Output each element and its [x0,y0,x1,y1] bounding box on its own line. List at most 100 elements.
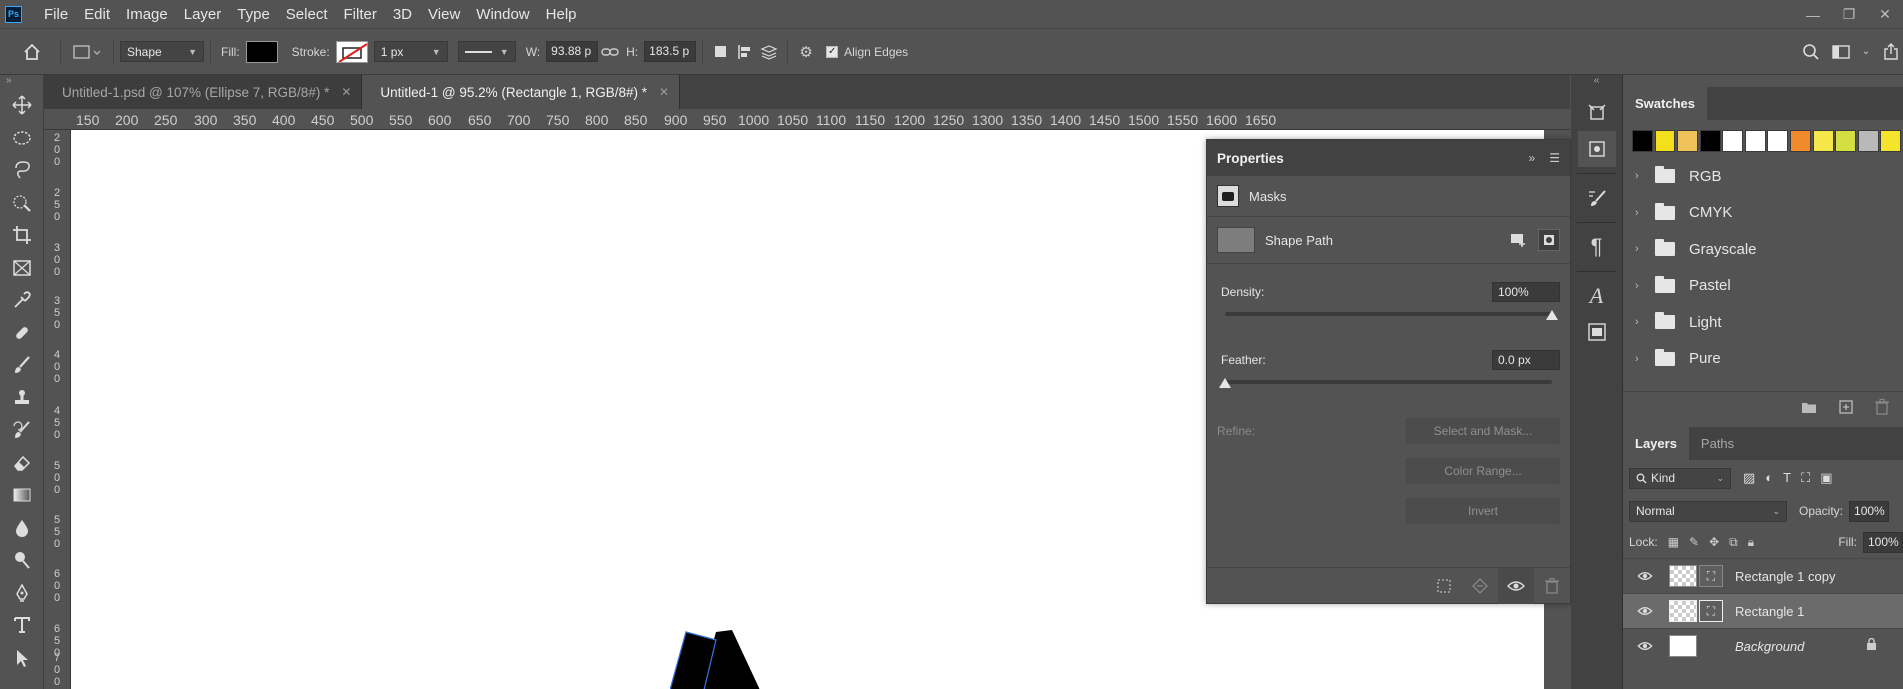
horizontal-ruler[interactable]: 150 200 250 300 350 400 450 500 550 600 … [44,109,1570,130]
select-and-mask-button[interactable]: Select and Mask... [1406,418,1560,444]
pen-tool-icon[interactable] [0,577,44,610]
menu-image[interactable]: Image [118,0,176,29]
menu-3d[interactable]: 3D [385,0,420,29]
filter-type-icon[interactable]: T [1783,470,1791,486]
search-icon[interactable] [1799,40,1823,64]
swatch-color-4[interactable] [1722,130,1744,152]
close-icon[interactable]: ✕ [341,85,351,99]
align-edges-checkbox[interactable]: ✓ [826,45,839,58]
workspace-icon[interactable] [1829,40,1853,64]
dodge-tool-icon[interactable] [0,544,44,577]
menu-edit[interactable]: Edit [76,0,118,29]
swatch-color-3[interactable] [1699,130,1721,152]
lasso-tool-icon[interactable] [0,154,44,187]
path-selection-tool-icon[interactable] [0,642,44,675]
swatch-color-2[interactable] [1677,130,1699,152]
swatch-color-8[interactable] [1812,130,1834,152]
swatch-color-1[interactable] [1654,130,1676,152]
fill-color-swatch[interactable] [245,40,278,63]
layer-row-rectangle-1[interactable]: ⛶ Rectangle 1 [1623,593,1903,628]
clone-stamp-tool-icon[interactable] [0,382,44,415]
stroke-type-dropdown[interactable]: ▼ [457,41,516,62]
apply-mask-icon[interactable] [1462,577,1498,594]
eye-icon[interactable] [1498,567,1534,604]
elliptical-marquee-tool-icon[interactable] [0,122,44,155]
feather-slider[interactable] [1219,378,1552,388]
feather-slider-handle[interactable] [1219,378,1231,388]
blend-mode-dropdown[interactable]: Normal ⌄ [1629,500,1787,522]
photoshop-logo-icon[interactable]: Ps [5,5,22,23]
swatch-color-11[interactable] [1880,130,1902,152]
new-swatch-icon[interactable] [1839,400,1853,417]
trash-icon[interactable] [1534,577,1570,594]
trash-icon[interactable] [1875,399,1889,418]
collapse-toolbar-icon[interactable]: » [0,75,43,89]
path-arrangement-icon[interactable] [757,40,781,64]
healing-brush-tool-icon[interactable] [0,317,44,350]
menu-window[interactable]: Window [468,0,537,29]
panel-menu-icon[interactable]: ☰ [1549,151,1560,165]
lock-position-icon[interactable]: ✥ [1709,535,1719,550]
menu-layer[interactable]: Layer [176,0,230,29]
tab-document-1[interactable]: Untitled-1.psd @ 107% (Ellipse 7, RGB/8#… [44,75,363,109]
eye-icon[interactable] [1637,603,1657,619]
swatch-folder-cmyk[interactable]: › CMYK [1623,195,1903,232]
swatch-folder-pure[interactable]: › Pure [1623,341,1903,378]
height-input[interactable]: 183.5 p [644,41,697,62]
tab-swatches[interactable]: Swatches [1623,87,1707,120]
menu-view[interactable]: View [420,0,468,29]
brush-tool-icon[interactable] [0,349,44,382]
stroke-color-swatch[interactable] [335,40,368,63]
path-alignment-icon[interactable] [733,40,757,64]
brush-settings-icon[interactable] [1578,180,1616,216]
tab-paths[interactable]: Paths [1689,427,1746,460]
new-group-folder-icon[interactable] [1801,401,1817,417]
layer-row-background[interactable]: Background [1623,628,1903,663]
eye-icon[interactable] [1637,568,1657,584]
filter-adjustment-icon[interactable]: ◐ [1765,470,1773,486]
restore-icon[interactable]: ❐ [1831,6,1867,23]
eraser-tool-icon[interactable] [0,447,44,480]
lock-image-pixels-icon[interactable]: ✎ [1689,535,1699,550]
gradient-tool-icon[interactable] [0,479,44,512]
lock-transparent-pixels-icon[interactable]: ▦ [1668,535,1679,550]
share-icon[interactable] [1879,40,1903,64]
blur-tool-icon[interactable] [0,512,44,545]
tab-document-2[interactable]: Untitled-1 @ 95.2% (Rectangle 1, RGB/8#)… [362,75,681,109]
history-brush-tool-icon[interactable] [0,414,44,447]
density-input[interactable]: 100% [1492,282,1560,302]
tab-layers[interactable]: Layers [1623,427,1689,460]
lock-all-icon[interactable]: 🔒︎ [1748,535,1754,550]
shape-path-thumbnail[interactable] [1217,227,1255,253]
history-panel-icon[interactable] [1578,95,1616,131]
swatch-folder-light[interactable]: › Light [1623,304,1903,341]
paragraph-panel-icon[interactable]: ¶ [1578,229,1616,265]
frame-tool-icon[interactable] [0,252,44,285]
link-icon[interactable] [598,40,622,64]
invert-button[interactable]: Invert [1406,498,1560,524]
stroke-width-dropdown[interactable]: 1 px ▼ [373,41,448,62]
properties-panel-icon[interactable] [1577,131,1616,167]
character-panel-icon[interactable]: A [1578,278,1616,314]
density-slider[interactable] [1225,310,1558,320]
color-range-button[interactable]: Color Range... [1406,458,1560,484]
rectangle-shapes[interactable] [670,630,760,689]
width-input[interactable]: 93.88 p [546,41,599,62]
menu-file[interactable]: File [36,0,76,29]
swatch-folder-rgb[interactable]: › RGB [1623,158,1903,195]
fill-input[interactable]: 100% [1863,531,1903,553]
swatch-color-6[interactable] [1767,130,1789,152]
path-operations-icon[interactable] [709,40,733,64]
swatch-folder-pastel[interactable]: › Pastel [1623,268,1903,305]
vertical-ruler[interactable]: 200 250 300 350 400 450 500 550 600 650 … [44,130,71,689]
lock-artboard-icon[interactable]: ⧉ [1729,535,1738,550]
load-selection-icon[interactable] [1426,578,1462,594]
add-pixel-mask-icon[interactable] [1508,229,1530,251]
swatch-color-9[interactable] [1835,130,1857,152]
swatch-folder-grayscale[interactable]: › Grayscale [1623,231,1903,268]
gear-icon[interactable]: ⚙ [794,40,818,64]
filter-shape-icon[interactable]: ⛶ [1801,470,1810,486]
feather-input[interactable]: 0.0 px [1492,350,1560,370]
layer-filter-dropdown[interactable]: Kind ⌄ [1629,467,1731,489]
mode-dropdown[interactable]: Shape ▼ [120,41,204,62]
